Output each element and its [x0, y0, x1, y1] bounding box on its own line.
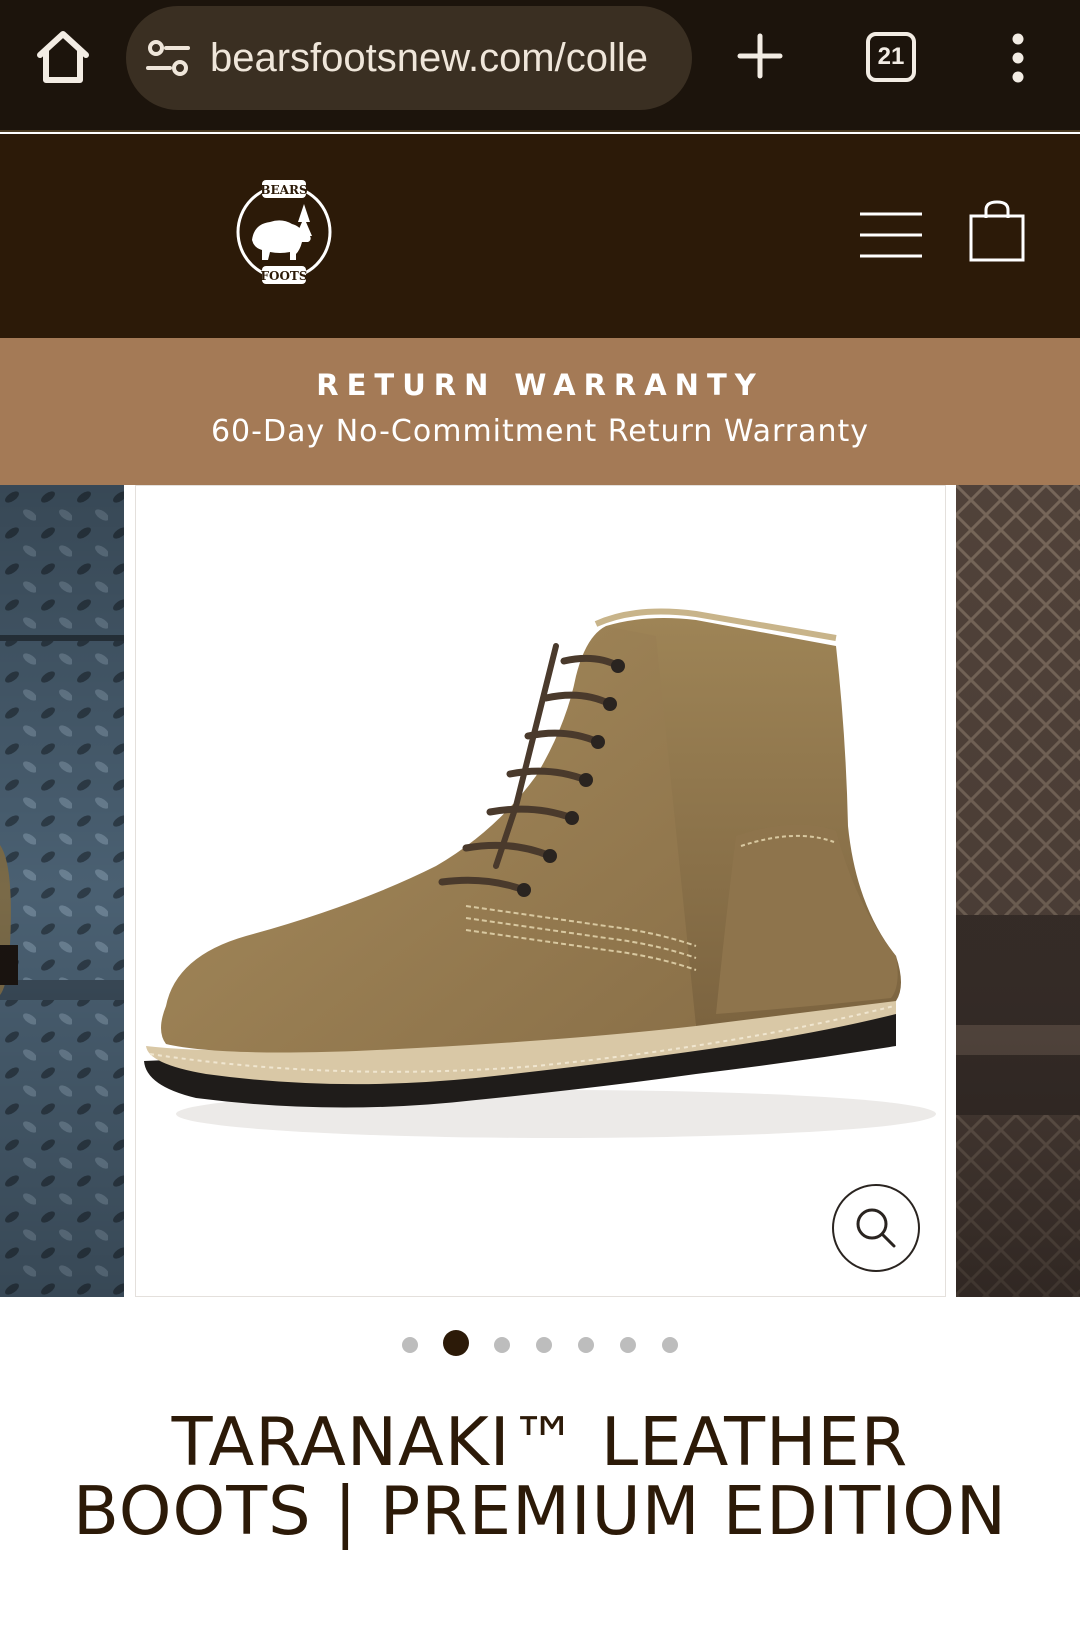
product-image[interactable]	[135, 485, 946, 1297]
home-icon[interactable]	[34, 28, 92, 86]
brand-logo[interactable]: BEARS FOOTS	[230, 174, 338, 290]
product-title: TARANAKI™ LEATHER BOOTS | PREMIUM EDITIO…	[72, 1403, 1008, 1550]
site-header: BEARS FOOTS	[0, 134, 1080, 338]
magnifier-icon	[856, 1208, 896, 1248]
carousel-dot[interactable]	[443, 1330, 469, 1356]
logo-text-top: BEARS	[260, 183, 307, 197]
carousel-dot[interactable]	[578, 1337, 594, 1353]
shopping-bag-icon[interactable]	[968, 200, 1026, 264]
url-text[interactable]: bearsfootsnew.com/colle	[210, 34, 682, 82]
logo-text-bottom: FOOTS	[260, 269, 307, 283]
new-tab-icon[interactable]	[736, 32, 784, 80]
announcement-title: RETURN WARRANTY	[316, 368, 764, 402]
address-bar[interactable]: bearsfootsnew.com/colle	[126, 6, 692, 110]
product-gallery[interactable]	[0, 485, 1080, 1297]
carousel-dot[interactable]	[662, 1337, 678, 1353]
site-settings-icon[interactable]	[144, 38, 192, 78]
browser-toolbar: bearsfootsnew.com/colle 21	[0, 0, 1080, 132]
carousel-dot[interactable]	[620, 1337, 636, 1353]
announcement-subtitle: 60-Day No-Commitment Return Warranty	[210, 414, 870, 449]
gallery-previous-image[interactable]	[0, 485, 124, 1297]
tab-switcher-button[interactable]: 21	[866, 32, 916, 82]
carousel-dots	[0, 1330, 1080, 1360]
menu-icon[interactable]	[858, 210, 924, 260]
gallery-next-image[interactable]	[956, 485, 1080, 1297]
announcement-bar: RETURN WARRANTY 60-Day No-Commitment Ret…	[0, 338, 1080, 485]
zoom-button[interactable]	[832, 1184, 920, 1272]
carousel-dot[interactable]	[402, 1337, 418, 1353]
carousel-dot[interactable]	[536, 1337, 552, 1353]
carousel-dot[interactable]	[494, 1337, 510, 1353]
overflow-menu-icon[interactable]	[1004, 32, 1032, 84]
